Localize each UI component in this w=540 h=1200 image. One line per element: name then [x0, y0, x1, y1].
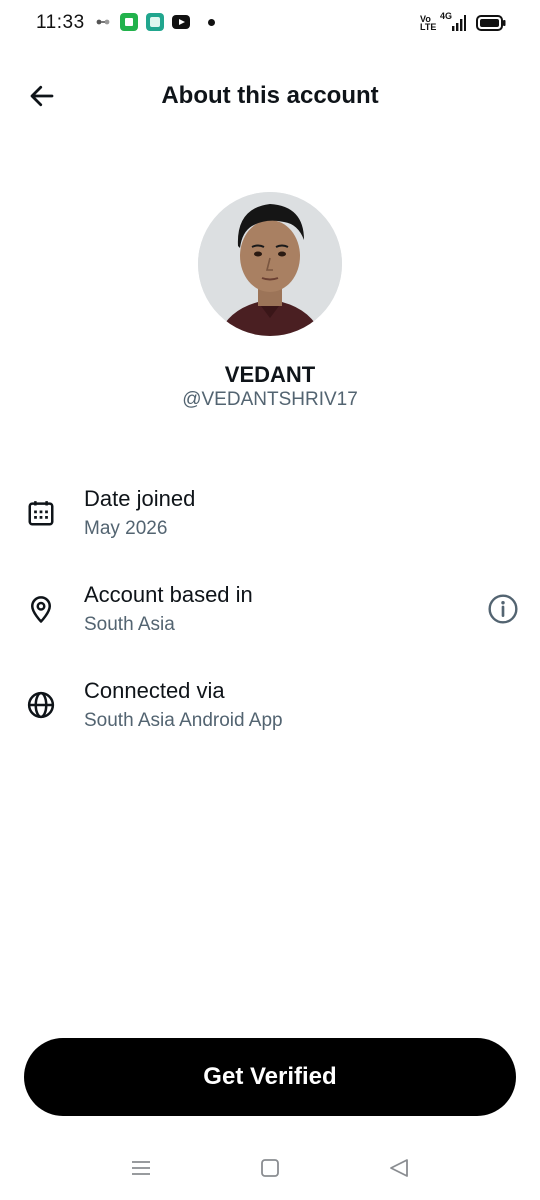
get-verified-button[interactable]: Get Verified	[24, 1038, 516, 1116]
status-time: 11:33	[36, 12, 85, 33]
info-icon	[488, 594, 518, 624]
account-based-in-label: Account based in	[84, 582, 253, 607]
username-handle: @VEDANTSHRIV17	[182, 389, 358, 410]
youtube-icon	[172, 15, 190, 29]
menu-icon[interactable]	[129, 1156, 153, 1180]
location-pin-icon	[24, 592, 58, 626]
page-title: About this account	[161, 82, 379, 109]
notes-app-icon	[146, 13, 164, 31]
system-nav-bar	[0, 1148, 540, 1188]
green-app-icon	[120, 13, 138, 31]
battery-icon	[476, 15, 506, 31]
info-button[interactable]	[486, 592, 520, 626]
status-bar: 11:33 Vo LTE 4G	[0, 0, 540, 46]
account-based-in-value: South Asia	[84, 614, 175, 635]
avatar	[198, 192, 342, 336]
calendar-icon	[24, 496, 58, 530]
detail-row-date-joined: Date joined May 2026	[0, 480, 540, 560]
connected-via-value: South Asia Android App	[84, 710, 283, 731]
volte-label: Vo LTE	[420, 14, 437, 32]
globe-icon	[24, 688, 58, 722]
detail-row-connected-via: Connected via South Asia Android App	[0, 673, 540, 753]
date-joined-label: Date joined	[84, 486, 196, 511]
display-name: VEDANT	[224, 362, 316, 387]
connected-via-label: Connected via	[84, 678, 225, 703]
game-controller-icon	[96, 19, 110, 25]
back-triangle-icon[interactable]	[387, 1156, 411, 1180]
signal-icon	[452, 15, 466, 31]
date-joined-value: May 2026	[84, 518, 168, 539]
profile-photo	[198, 192, 342, 336]
home-square-icon[interactable]	[258, 1156, 282, 1180]
notification-dot-icon	[208, 19, 215, 26]
header: About this account	[0, 70, 540, 124]
detail-row-account-location: Account based in South Asia	[0, 577, 540, 657]
